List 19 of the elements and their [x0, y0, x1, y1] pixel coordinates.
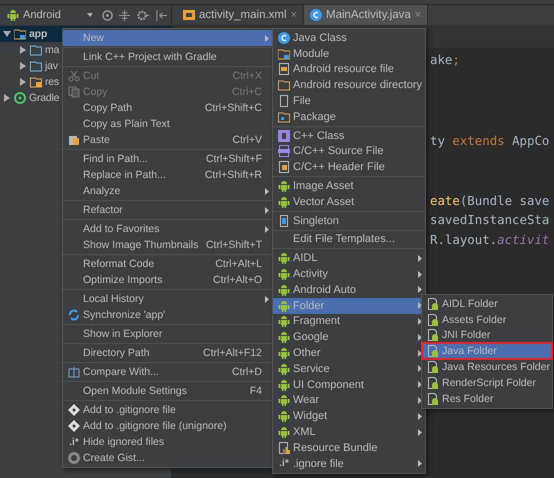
shortcut-label: Ctrl+Alt+O [212, 274, 262, 286]
shortcut-label: Ctrl+X [232, 70, 262, 82]
shortcut-label: Ctrl+Shift+T [204, 239, 262, 251]
shortcut-label: Ctrl+C [230, 86, 262, 98]
shortcut-label: F4 [248, 385, 262, 397]
ignore-icon: .i* [69, 436, 79, 448]
code-line: ake; [430, 52, 460, 67]
shortcut-label: Ctrl+Alt+F12 [202, 347, 262, 359]
code-line: eate(Bundle save [430, 193, 550, 208]
shortcut-label: Ctrl+Shift+R [204, 169, 262, 181]
shortcut-label: Ctrl+V [232, 134, 262, 146]
shortcut-label: Ctrl+Shift+F [204, 153, 262, 165]
code-line: R.layout.activit [430, 232, 550, 247]
shortcut-label: Ctrl+D [230, 366, 262, 378]
shortcut-label: Ctrl+Shift+C [204, 102, 262, 114]
code-line: savedInstanceSta [430, 212, 550, 227]
code-line: ty extends AppCo [430, 133, 550, 148]
ignore-icon: .i* [279, 458, 289, 470]
shortcut-label: Ctrl+Alt+L [214, 258, 262, 270]
